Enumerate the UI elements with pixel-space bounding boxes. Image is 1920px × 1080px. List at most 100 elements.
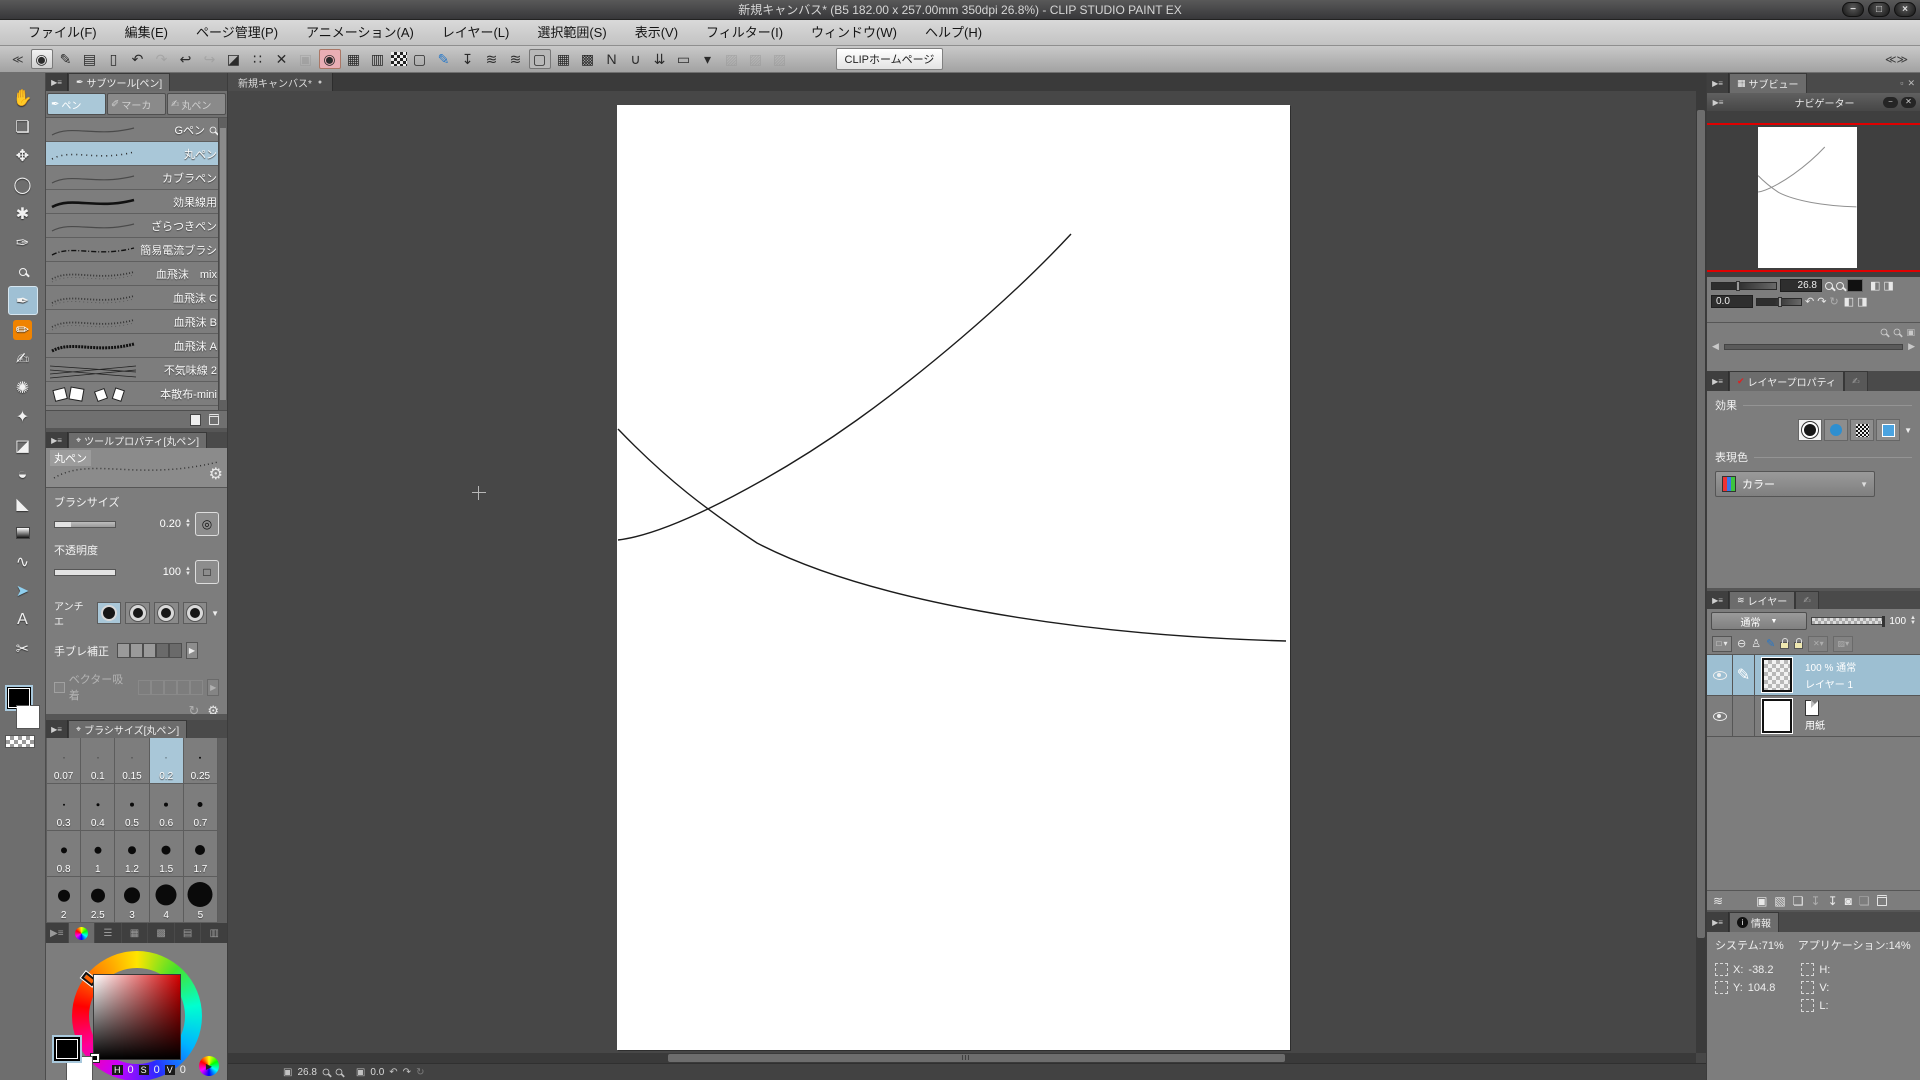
subtool-item[interactable]: 丸ペン (46, 142, 227, 166)
tool-decoration[interactable]: ✦ (8, 402, 38, 431)
rotate-right-icon[interactable]: ↷ (1817, 295, 1826, 308)
fit-to-window-button[interactable] (1847, 279, 1863, 292)
brush-size-cell[interactable]: 0.8 (47, 831, 81, 877)
subtool-item[interactable]: 不気味線 2 (46, 358, 227, 382)
zoom-in-icon[interactable] (335, 1068, 343, 1076)
dim-pen-2-icon[interactable]: ▨ (769, 49, 791, 69)
draft-layer-icon[interactable]: ✎ (1766, 637, 1775, 650)
save-page-icon[interactable]: ▯ (103, 49, 125, 69)
delete-subtool-icon[interactable] (209, 414, 219, 425)
tool-brush[interactable]: ✍ (8, 344, 38, 373)
panel-menu-icon[interactable]: ▶≡ (46, 720, 68, 738)
rotate-right-icon[interactable]: ↷ (403, 1067, 411, 1078)
tab-intermediate-color[interactable]: ▩ (148, 923, 174, 943)
panel-minimize-icon[interactable]: ▫ (1900, 78, 1903, 88)
anti-aliasing-medium-button[interactable] (154, 602, 179, 624)
panel-menu-icon[interactable]: ▶≡ (46, 432, 68, 448)
slider-right-icon[interactable]: ▶ (1908, 341, 1915, 352)
effect-border-button[interactable] (1798, 419, 1822, 441)
anti-aliasing-weak-button[interactable] (125, 602, 150, 624)
saturation-value-box[interactable] (93, 974, 181, 1060)
subtool-item[interactable]: ざらつきペン (46, 214, 227, 238)
tool-gradient[interactable] (8, 518, 38, 547)
undo-icon[interactable]: ↶ (127, 49, 149, 69)
layer-opacity-stepper[interactable]: ▲▼ (1910, 616, 1916, 626)
collapse-right-icon[interactable]: ≪≫ (1885, 53, 1908, 66)
subtool-group-tab-3[interactable]: ✍丸ペン (167, 93, 226, 115)
brush-size-cell[interactable]: 0.5 (115, 784, 149, 830)
collapse-left-icon[interactable]: ≪ (12, 53, 24, 66)
opacity-value[interactable]: 100 (163, 566, 181, 578)
brush-size-cell[interactable]: 3 (115, 877, 149, 923)
chevron-down-icon[interactable]: ▼ (211, 609, 219, 618)
dim-transform-icon[interactable]: ▨ (721, 49, 743, 69)
tab-color-history[interactable]: ▥ (201, 923, 227, 943)
brush-size-cell[interactable]: 5 (184, 877, 218, 923)
eye-icon[interactable] (1713, 712, 1727, 721)
grid-2-icon[interactable]: ▩ (577, 49, 599, 69)
rotate-left-icon[interactable]: ↶ (389, 1067, 397, 1078)
lock-layer-icon[interactable] (1780, 642, 1789, 649)
rounded-pressed-icon[interactable]: ▢ (529, 49, 551, 69)
fit-screen-icon[interactable]: ▣ (283, 1067, 292, 1078)
redo-icon[interactable]: ↷ (151, 49, 173, 69)
reference-layer-icon[interactable]: ♙ (1751, 637, 1761, 650)
dim-pen-1-icon[interactable]: ▨ (745, 49, 767, 69)
menu-item-10[interactable]: ヘルプ(H) (911, 20, 996, 45)
download-icon[interactable]: ↧ (457, 49, 479, 69)
panel-menu-icon[interactable]: ▶≡ (1707, 591, 1729, 609)
dropdown-arrow-icon[interactable]: ▾ (697, 49, 719, 69)
minimize-button[interactable]: − (1842, 2, 1864, 17)
tab-modified-icon[interactable]: ● (318, 79, 322, 86)
edit-pen-icon[interactable]: ✎ (55, 49, 77, 69)
zoom-badge-icon[interactable] (210, 126, 217, 133)
vector-snap-checkbox[interactable] (54, 682, 65, 693)
navigator-zoom-slider[interactable] (1711, 282, 1777, 290)
tool-selection[interactable]: ◯ (8, 170, 38, 199)
tab-approximate-color[interactable]: ▤ (175, 923, 201, 943)
tool-pen[interactable]: ✒ (8, 286, 38, 315)
new-layer-icon[interactable]: ▣ (1756, 894, 1767, 908)
brush-size-cell[interactable]: 0.7 (184, 784, 218, 830)
navigator-rotation-value[interactable]: 0.0 (1711, 295, 1753, 308)
zoom-out-icon[interactable] (1880, 328, 1888, 338)
brush-size-cell[interactable]: 2 (47, 877, 81, 923)
panel-menu-icon[interactable]: ▶≡ (1707, 912, 1729, 932)
slider-left-icon[interactable]: ◀ (1712, 341, 1719, 352)
blend-mode-dropdown[interactable]: 通常 ▼ (1711, 612, 1807, 630)
brush-size-cell[interactable]: 0.6 (150, 784, 184, 830)
brush-size-cell[interactable]: 1.7 (184, 831, 218, 877)
effect-tone-button[interactable] (1850, 419, 1874, 441)
layer-opacity-slider[interactable] (1811, 617, 1885, 625)
tab-brush-detail[interactable]: ✍ (1844, 371, 1868, 391)
menu-item-8[interactable]: フィルター(I) (692, 20, 797, 45)
subtool-item[interactable]: カブラペン (46, 166, 227, 190)
tool-layer-move[interactable]: ✥ (8, 141, 38, 170)
brush-size-cell[interactable]: 1.5 (150, 831, 184, 877)
navigator-thumbnail[interactable] (1758, 127, 1857, 268)
opacity-slider[interactable] (54, 569, 116, 576)
brush-size-cell[interactable]: 1.2 (115, 831, 149, 877)
stabilization-level[interactable] (117, 643, 182, 658)
wrench-icon[interactable]: ⚙ (209, 464, 223, 484)
clip-at-layer-icon[interactable]: ⊖ (1737, 637, 1746, 650)
transform-icon[interactable]: ✕ (271, 49, 293, 69)
subtool-item[interactable]: 本散布-mini (46, 382, 227, 406)
tool-auto-select[interactable]: ✱ (8, 199, 38, 228)
menu-item-2[interactable]: 編集(E) (111, 20, 182, 45)
opacity-stepper[interactable]: ▲▼ (185, 567, 191, 577)
subtool-item[interactable]: 血飛沫 B (46, 310, 227, 334)
new-folder-icon[interactable]: ▧ (1774, 894, 1785, 908)
checker-pattern-icon[interactable] (391, 52, 407, 66)
info-panel-tab[interactable]: i情報 (1729, 912, 1779, 932)
brush-size-value[interactable]: 0.20 (160, 518, 181, 530)
clip-homepage-button[interactable]: CLIPホームページ (836, 48, 944, 70)
document-tab[interactable]: 新規キャンバス* ● (228, 73, 333, 91)
brush-size-slider[interactable] (54, 521, 116, 528)
new-subtool-icon[interactable] (190, 414, 201, 426)
tool-eraser[interactable]: ◪ (8, 431, 38, 460)
layer-visibility-cell[interactable] (1707, 696, 1733, 736)
rotate-left-icon[interactable]: ↶ (1805, 295, 1814, 308)
eraser-icon[interactable]: ◪ (223, 49, 245, 69)
lock-transparent-icon[interactable] (1794, 642, 1803, 649)
